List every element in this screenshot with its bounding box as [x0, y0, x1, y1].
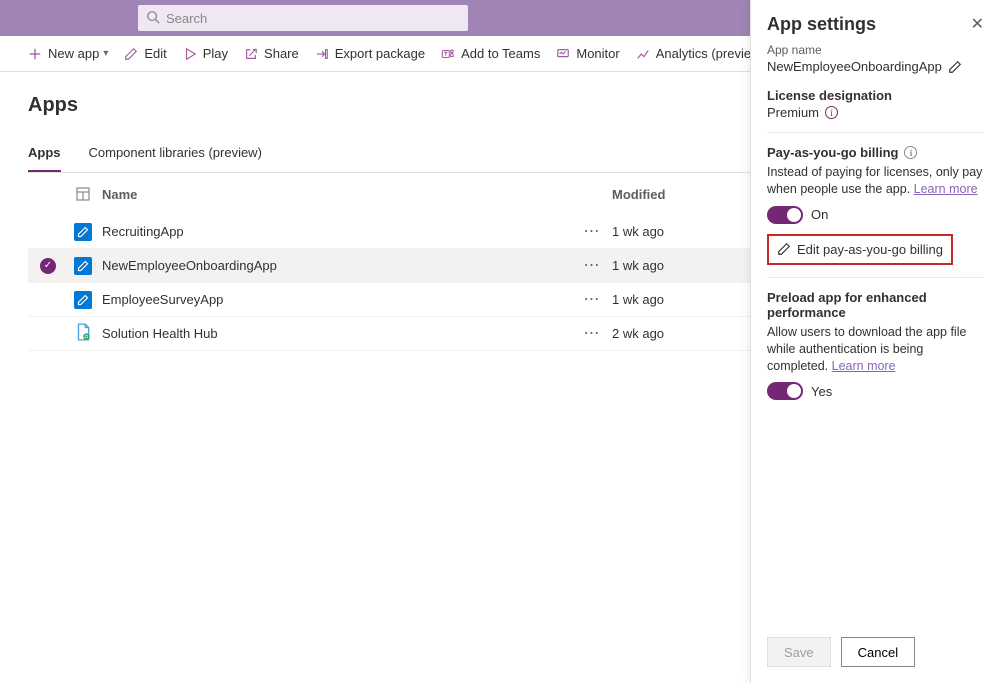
app-tile-icon: [74, 257, 92, 275]
edit-payg-label: Edit pay-as-you-go billing: [797, 242, 943, 257]
analytics-label: Analytics (preview): [656, 46, 765, 61]
search-input[interactable]: [138, 5, 468, 31]
more-actions-icon[interactable]: ⋯: [584, 291, 601, 308]
add-teams-label: Add to Teams: [461, 46, 540, 61]
play-icon: [183, 47, 197, 61]
col-header-modified[interactable]: Modified: [612, 187, 772, 202]
preload-toggle[interactable]: [767, 382, 803, 400]
app-name-cell[interactable]: RecruitingApp: [98, 224, 572, 239]
divider: [767, 132, 984, 133]
modified-cell: 1 wk ago: [612, 292, 772, 307]
export-icon: [315, 47, 329, 61]
app-name-label: App name: [767, 43, 984, 57]
pencil-icon[interactable]: [948, 60, 962, 74]
more-actions-icon[interactable]: ⋯: [584, 257, 601, 274]
app-name-cell[interactable]: NewEmployeeOnboardingApp: [98, 258, 572, 273]
payg-learn-more-link[interactable]: Learn more: [914, 182, 978, 196]
share-label: Share: [264, 46, 299, 61]
divider: [767, 277, 984, 278]
export-button[interactable]: Export package: [315, 46, 425, 61]
app-name-cell[interactable]: Solution Health Hub: [98, 326, 572, 341]
analytics-button[interactable]: Analytics (preview): [636, 46, 765, 61]
panel-title: App settings: [767, 14, 876, 35]
payg-toggle[interactable]: [767, 206, 803, 224]
license-value: Premium: [767, 105, 819, 120]
modified-cell: 1 wk ago: [612, 224, 772, 239]
edit-label: Edit: [144, 46, 166, 61]
share-icon: [244, 47, 258, 61]
search-icon: [146, 10, 160, 24]
new-app-button[interactable]: New app ▾: [28, 46, 108, 61]
payg-title-text: Pay-as-you-go billing: [767, 145, 898, 160]
preload-toggle-label: Yes: [811, 384, 832, 399]
app-name-cell[interactable]: EmployeeSurveyApp: [98, 292, 572, 307]
col-header-name[interactable]: Name: [98, 187, 572, 202]
more-actions-icon[interactable]: ⋯: [584, 325, 601, 342]
panel-footer: Save Cancel: [751, 627, 1000, 683]
pencil-icon: [124, 47, 138, 61]
edit-payg-button[interactable]: Edit pay-as-you-go billing: [767, 234, 953, 265]
document-icon: [74, 323, 92, 344]
plus-icon: [28, 47, 42, 61]
app-tile-icon: [74, 223, 92, 241]
info-icon[interactable]: i: [904, 146, 917, 159]
search-wrap: [138, 5, 468, 31]
tab-apps[interactable]: Apps: [28, 137, 61, 172]
monitor-button[interactable]: Monitor: [556, 46, 619, 61]
analytics-icon: [636, 47, 650, 61]
column-options-icon[interactable]: [75, 186, 91, 202]
license-designation-title: License designation: [767, 88, 984, 103]
payg-toggle-label: On: [811, 207, 828, 222]
modified-cell: 2 wk ago: [612, 326, 772, 341]
preload-learn-more-link[interactable]: Learn more: [832, 359, 896, 373]
edit-button[interactable]: Edit: [124, 46, 166, 61]
export-label: Export package: [335, 46, 425, 61]
play-label: Play: [203, 46, 228, 61]
monitor-label: Monitor: [576, 46, 619, 61]
payg-description: Instead of paying for licenses, only pay…: [767, 164, 984, 198]
info-icon[interactable]: i: [825, 106, 838, 119]
more-actions-icon[interactable]: ⋯: [584, 223, 601, 240]
preload-description: Allow users to download the app file whi…: [767, 324, 984, 375]
checkmark-icon[interactable]: ✓: [40, 258, 56, 274]
app-tile-icon: [74, 291, 92, 309]
payg-title: Pay-as-you-go billing i: [767, 145, 984, 160]
play-button[interactable]: Play: [183, 46, 228, 61]
pencil-icon: [777, 242, 791, 256]
chevron-down-icon: ▾: [103, 48, 108, 59]
close-icon[interactable]: ✕: [971, 17, 984, 33]
new-app-label: New app: [48, 46, 99, 61]
save-button[interactable]: Save: [767, 637, 831, 667]
modified-cell: 1 wk ago: [612, 258, 772, 273]
tab-component-libraries[interactable]: Component libraries (preview): [89, 137, 262, 172]
app-settings-panel: App settings ✕ App name NewEmployeeOnboa…: [750, 0, 1000, 683]
monitor-icon: [556, 47, 570, 61]
share-button[interactable]: Share: [244, 46, 299, 61]
add-teams-button[interactable]: Add to Teams: [441, 46, 540, 61]
teams-icon: [441, 47, 455, 61]
app-name-value: NewEmployeeOnboardingApp: [767, 59, 942, 74]
cancel-button[interactable]: Cancel: [841, 637, 915, 667]
preload-title: Preload app for enhanced performance: [767, 290, 984, 320]
